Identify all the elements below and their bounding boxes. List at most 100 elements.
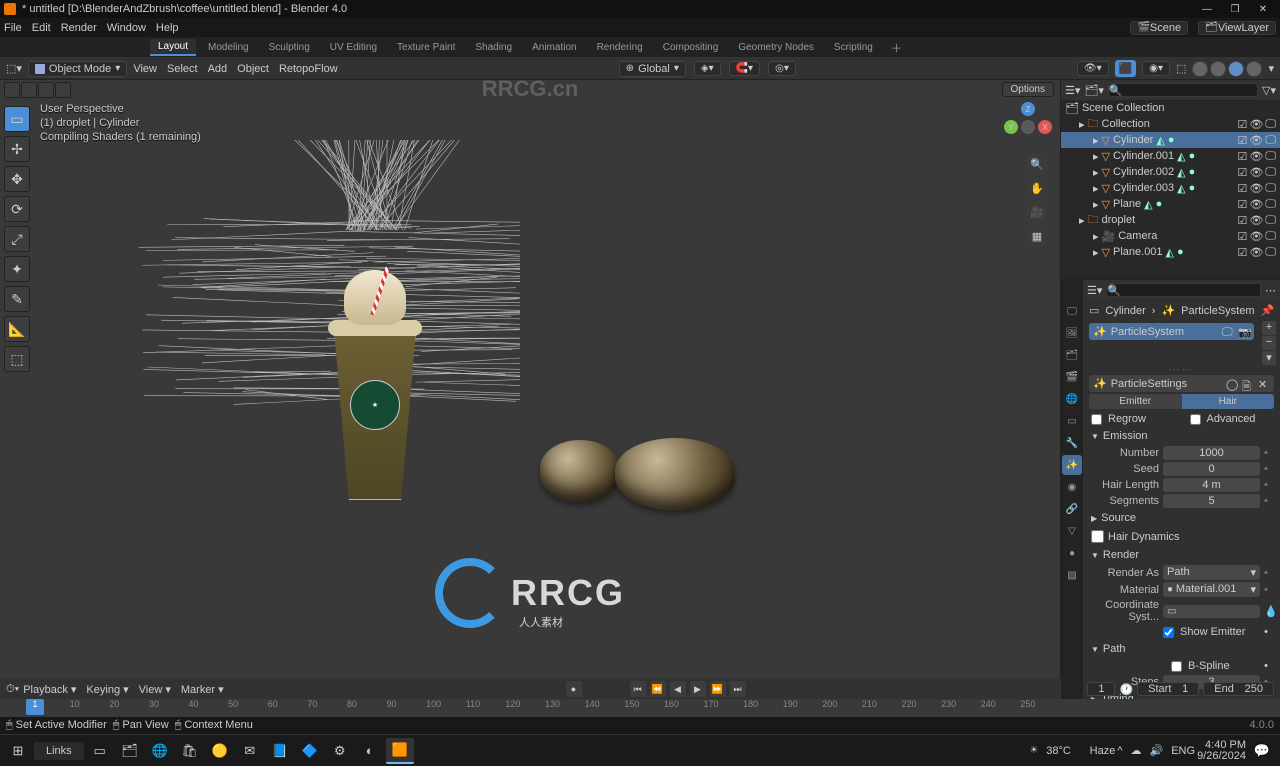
taskview-icon[interactable]: ▭: [86, 738, 114, 764]
add-cube-tool[interactable]: ⬚: [4, 346, 30, 372]
tab-uv-editing[interactable]: UV Editing: [322, 40, 385, 55]
tab-animation[interactable]: Animation: [524, 40, 584, 55]
tab-sculpting[interactable]: Sculpting: [261, 40, 318, 55]
rotate-tool[interactable]: ⟳: [4, 196, 30, 222]
outliner-root[interactable]: Scene Collection: [1082, 102, 1165, 114]
source-panel[interactable]: ▶Source: [1083, 509, 1280, 527]
start-frame[interactable]: Start 1: [1137, 682, 1199, 696]
play-reverse[interactable]: ◀: [670, 681, 686, 697]
axis-center[interactable]: [1021, 120, 1035, 134]
properties-search[interactable]: 🔍: [1106, 283, 1261, 297]
clock[interactable]: 4:40 PM 9/26/2024: [1197, 740, 1246, 762]
app3-icon[interactable]: ◐: [356, 738, 384, 764]
tray-icon[interactable]: 🔊: [1150, 744, 1164, 757]
move-tool[interactable]: ✥: [4, 166, 30, 192]
texture-tab[interactable]: ▨: [1062, 565, 1082, 585]
notification-icon[interactable]: 💬: [1248, 738, 1276, 764]
bc-object[interactable]: Cylinder: [1105, 305, 1145, 317]
hair-toggle[interactable]: Hair: [1182, 394, 1275, 409]
explorer-icon[interactable]: 🗂: [116, 738, 144, 764]
tab-modeling[interactable]: Modeling: [200, 40, 257, 55]
tab-scripting[interactable]: Scripting: [826, 40, 881, 55]
menu-help[interactable]: Help: [156, 22, 179, 34]
remove-ps-button[interactable]: −: [1262, 336, 1276, 350]
scene-tab[interactable]: 🎬: [1062, 367, 1082, 387]
hair-dynamics-panel[interactable]: Hair Dynamics: [1083, 527, 1280, 546]
rendered-shading[interactable]: [1246, 61, 1262, 77]
app2-icon[interactable]: ⚙: [326, 738, 354, 764]
regrow-checkbox[interactable]: [1091, 414, 1102, 425]
eyedropper-icon[interactable]: 💧: [1264, 605, 1272, 618]
pan-tool[interactable]: ✋: [1027, 178, 1047, 198]
gizmo-toggle[interactable]: ⬛: [1115, 60, 1137, 77]
ps-specials[interactable]: ▾: [1262, 351, 1276, 365]
taskbar-links[interactable]: Links: [34, 742, 84, 760]
jump-start[interactable]: ⏮: [630, 681, 646, 697]
mesh-tab[interactable]: ▽: [1062, 521, 1082, 541]
prop-options-icon[interactable]: ⋯: [1265, 284, 1276, 297]
measure-tool[interactable]: 📐: [4, 316, 30, 342]
outliner-filter-icon[interactable]: ▽▾: [1262, 84, 1276, 97]
blender-task-icon[interactable]: 🟧: [386, 738, 414, 764]
material-shading[interactable]: [1228, 61, 1244, 77]
outliner-item-droplet[interactable]: ▸🗀droplet☑👁🖵: [1061, 212, 1280, 228]
header-menu-view[interactable]: View: [133, 63, 157, 75]
render-panel[interactable]: ▼Render: [1083, 546, 1280, 564]
physics-tab[interactable]: ◉: [1062, 477, 1082, 497]
prop-type-icon[interactable]: ☰▾: [1087, 284, 1102, 297]
chrome-icon[interactable]: 🟡: [206, 738, 234, 764]
add-ps-button[interactable]: +: [1262, 321, 1276, 335]
add-workspace-button[interactable]: ＋: [885, 40, 908, 56]
start-button[interactable]: ⊞: [4, 738, 32, 764]
play[interactable]: ▶: [690, 681, 706, 697]
tab-shading[interactable]: Shading: [467, 40, 520, 55]
particles-tab[interactable]: ✨: [1062, 455, 1082, 475]
next-key[interactable]: ⏩: [710, 681, 726, 697]
tray-icon[interactable]: ENG: [1171, 745, 1195, 757]
mail-icon[interactable]: ✉: [236, 738, 264, 764]
material-tab[interactable]: ●: [1062, 543, 1082, 563]
number-field[interactable]: 1000: [1163, 446, 1260, 460]
timeline-menu-keying[interactable]: Keying ▾: [86, 683, 128, 696]
output-tab[interactable]: 🖼: [1062, 323, 1082, 343]
tab-compositing[interactable]: Compositing: [655, 40, 727, 55]
perspective-toggle[interactable]: ▦: [1027, 226, 1047, 246]
editor-type-icon[interactable]: ⬚▾: [6, 62, 22, 75]
select-circle-icon[interactable]: [38, 82, 54, 98]
viewport-options[interactable]: Options: [1002, 82, 1054, 97]
header-menu-select[interactable]: Select: [167, 63, 198, 75]
viewlayer-tab[interactable]: 🗂: [1062, 345, 1082, 365]
select-tool-icon[interactable]: [4, 82, 20, 98]
overlay-toggle[interactable]: ◉▾: [1142, 61, 1170, 76]
seed-field[interactable]: 0: [1163, 462, 1260, 476]
visibility-toggle[interactable]: 👁▾: [1077, 61, 1109, 76]
timeline-menu-playback[interactable]: Playback ▾: [23, 683, 76, 696]
maximize-button[interactable]: ❐: [1222, 1, 1248, 17]
app1-icon[interactable]: 🔷: [296, 738, 324, 764]
vscode-icon[interactable]: 📘: [266, 738, 294, 764]
render-as-select[interactable]: Path ▾: [1163, 565, 1260, 580]
snap-toggle[interactable]: 🧲▾: [729, 61, 760, 76]
select-lasso-icon[interactable]: [55, 82, 71, 98]
pivot-select[interactable]: ◈▾: [694, 61, 721, 76]
scale-tool[interactable]: ⤢: [4, 226, 30, 252]
list-grip[interactable]: ⋯⋯: [1083, 365, 1280, 373]
store-icon[interactable]: 🛍: [176, 738, 204, 764]
shading-options[interactable]: ▾: [1268, 62, 1274, 75]
axis-x[interactable]: X: [1038, 120, 1052, 134]
autokey-icon[interactable]: ●: [566, 681, 582, 697]
new-settings-icon[interactable]: 🗎: [1242, 378, 1254, 390]
pin-icon[interactable]: 📌: [1261, 304, 1275, 317]
header-menu-object[interactable]: Object: [237, 63, 269, 75]
hair-dyn-check[interactable]: [1091, 530, 1104, 543]
constraints-tab[interactable]: 🔗: [1062, 499, 1082, 519]
bspline-checkbox[interactable]: [1171, 661, 1182, 672]
material-select[interactable]: ● Material.001 ▾: [1163, 582, 1260, 597]
transform-tool[interactable]: ✦: [4, 256, 30, 282]
show-emitter-checkbox[interactable]: [1163, 627, 1174, 638]
timeline-menu-marker[interactable]: Marker ▾: [181, 683, 224, 696]
outliner-search[interactable]: 🔍: [1108, 83, 1258, 97]
header-menu-retopoflow[interactable]: RetopoFlow: [279, 63, 338, 75]
particle-settings-block[interactable]: ✨ ParticleSettings ◯ 🗎 ✕: [1089, 375, 1274, 392]
edge-icon[interactable]: 🌐: [146, 738, 174, 764]
